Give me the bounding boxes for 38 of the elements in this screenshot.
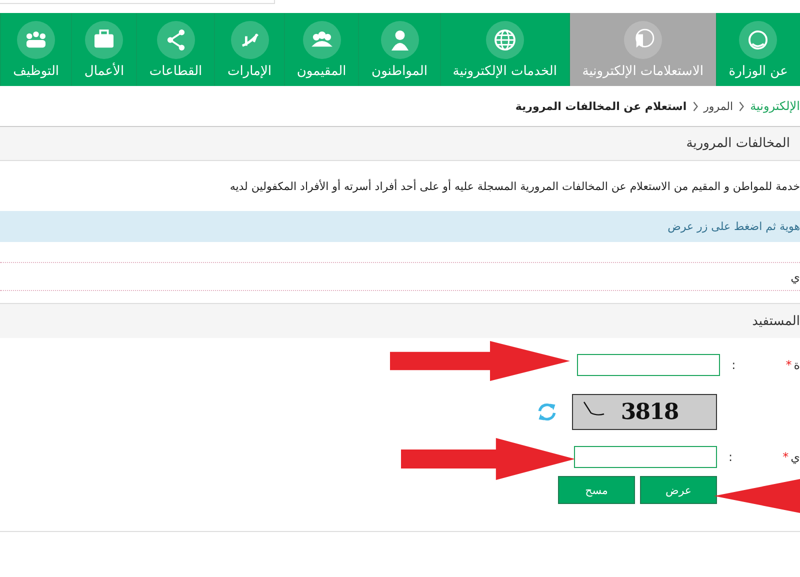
refresh-icon[interactable]	[536, 401, 558, 423]
description-text: خدمة للمواطن و المقيم من الاستعلام عن المخالفات المرورية المسجلة عليه أو على أحد أفراد أسرته أو الأفراد المكفولين لديه	[228, 178, 800, 195]
required-mark: *	[782, 450, 789, 464]
field-label: ة	[794, 358, 800, 372]
team-icon	[17, 20, 56, 58]
globe-icon	[486, 20, 524, 58]
required-mark: *	[786, 358, 792, 372]
section-title: المستفيد	[752, 314, 800, 328]
breadcrumb-link[interactable]: المرور	[704, 100, 734, 112]
search-field[interactable]	[0, 0, 275, 4]
people-icon	[302, 20, 341, 58]
input-field[interactable]	[576, 354, 720, 376]
nav-item[interactable]: عن الوزارة	[716, 13, 800, 86]
chevron-icon	[692, 100, 699, 112]
breadcrumb-current: استعلام عن المخالفات المرورية	[515, 100, 687, 112]
nav-item[interactable]: الاستعلامات الإلكترونية	[569, 13, 716, 86]
nav-item[interactable]: التوظيف	[0, 13, 72, 86]
nav-item[interactable]: الخدمات الإلكترونية	[440, 13, 570, 86]
field-label: ي	[790, 450, 800, 464]
option-label: ي	[790, 270, 800, 284]
colon-text: :	[732, 358, 736, 372]
colon-text: :	[728, 450, 733, 464]
person-icon	[380, 20, 419, 58]
nav-item[interactable]: القطاعات	[136, 13, 214, 86]
submit-button[interactable]: عرض	[640, 476, 717, 504]
clear-button[interactable]: مسح	[558, 476, 635, 504]
briefcase-icon	[85, 20, 124, 58]
nav-item[interactable]: المقيمون	[284, 13, 358, 86]
panel-title: المخالفات المرورية	[686, 136, 790, 151]
breadcrumb-link[interactable]: الإلكترونية	[750, 99, 800, 113]
captcha-code: 3818	[620, 399, 678, 425]
info-text: هوية ثم اضغط على زر عرض	[668, 220, 800, 233]
nav-item[interactable]: الإمارات	[214, 13, 284, 86]
nav-item[interactable]: المواطنون	[358, 13, 440, 86]
input-field[interactable]	[574, 446, 717, 468]
chevron-icon	[738, 100, 746, 112]
nav-item[interactable]: الأعمال	[71, 13, 136, 86]
share-icon	[156, 20, 195, 58]
